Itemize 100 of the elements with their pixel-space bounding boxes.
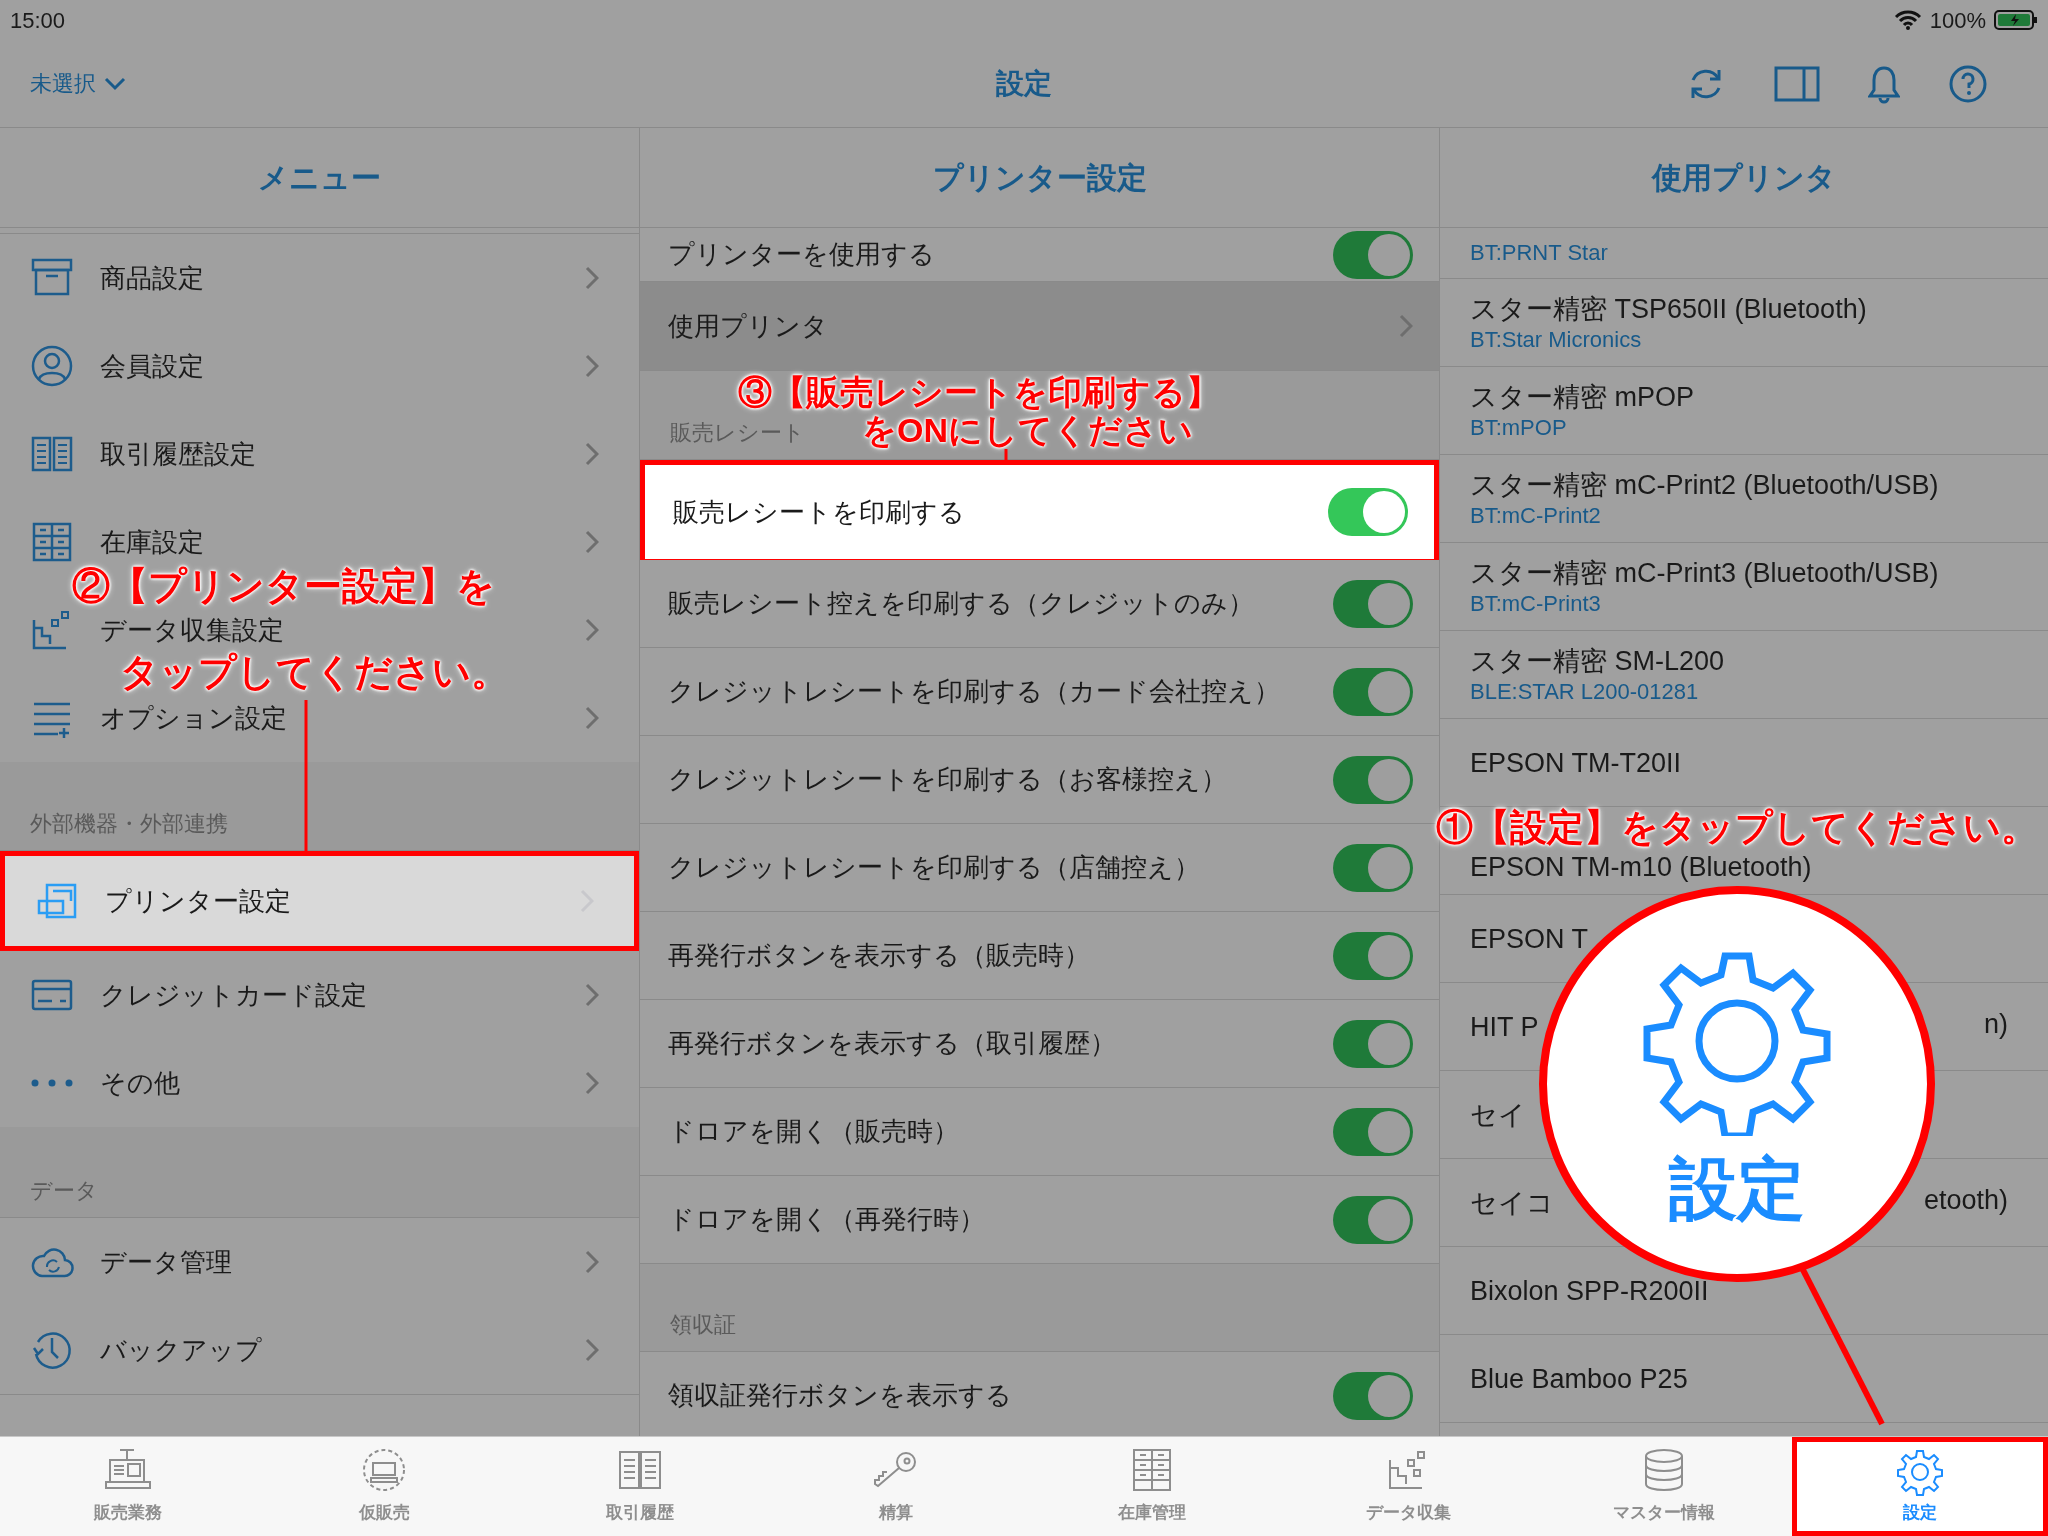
screen-title: 設定 (995, 66, 1053, 101)
callout-text: ②【プリンター設定】を (72, 568, 495, 604)
printer-name-fragment: n) (1984, 1008, 2008, 1041)
toggle-switch[interactable] (1328, 488, 1408, 536)
tab-item[interactable]: 販売業務 (0, 1437, 256, 1536)
setting-label: 販売レシートを印刷する (673, 495, 965, 529)
tab-item[interactable]: データ収集 (1280, 1437, 1536, 1536)
toggle-switch[interactable] (1333, 579, 1413, 628)
menu-label: バックアップ (100, 1333, 262, 1367)
toggle-switch[interactable] (1333, 667, 1413, 716)
chevron-icon (585, 530, 599, 554)
person-icon (30, 344, 74, 388)
tab-item[interactable]: 在庫管理 (1024, 1437, 1280, 1536)
battery-percent: 100% (1929, 6, 1986, 35)
menu-label: 取引履歴設定 (100, 437, 256, 471)
menu-label: オプション設定 (100, 701, 287, 735)
setting-label: 販売レシート控えを印刷する（クレジットのみ） (668, 587, 1254, 620)
printer-name: セイ (1470, 1098, 1526, 1132)
setting-label: クレジットレシートを印刷する（店舗控え） (668, 851, 1200, 884)
toggle-switch[interactable] (1333, 1371, 1413, 1420)
callout-text: をONにしてください (862, 412, 1193, 448)
chevron-icon (585, 1250, 599, 1274)
menu-label: データ管理 (100, 1245, 232, 1279)
printer-name: スター精密 mPOP (1470, 380, 1694, 414)
battery-icon (1994, 9, 2038, 31)
toggle-switch[interactable] (1333, 755, 1413, 804)
toggle-switch[interactable] (1333, 1107, 1413, 1156)
dots-icon (30, 1078, 74, 1088)
menu-label: データ収集設定 (100, 613, 284, 647)
clock-time: 15:00 (10, 6, 66, 35)
callout-text: タップしてください。 (120, 654, 509, 690)
section-header: 外部機器・外部連携 (30, 810, 228, 838)
settings-row[interactable]: 使用プリンタ (640, 282, 1439, 371)
chevron-icon (585, 442, 599, 466)
chevron-icon (585, 983, 599, 1007)
section-header: データ (30, 1177, 98, 1205)
toggle-switch[interactable] (1333, 1195, 1413, 1244)
printer-address: BT:mC-Print3 (1470, 589, 1601, 618)
printer-address: BT:Star Micronics (1470, 325, 1642, 354)
setting-label: ドロアを開く（再発行時） (668, 1203, 985, 1236)
printer-name: HIT P (1470, 1010, 1539, 1044)
tab-item[interactable]: マスター情報 (1536, 1437, 1792, 1536)
printer-name: スター精密 mC-Print3 (Bluetooth/USB) (1470, 556, 1939, 590)
menu-label: 在庫設定 (100, 525, 204, 559)
column-header: 使用プリンタ (1652, 160, 1836, 196)
printer-address: BT:mC-Print2 (1470, 501, 1601, 530)
toggle-switch[interactable] (1333, 931, 1413, 980)
printer-name: Bixolon SPP-R200II (1470, 1274, 1709, 1308)
setting-label: 再発行ボタンを表示する（販売時） (668, 939, 1090, 972)
chevron-icon (585, 706, 599, 730)
chevron-icon (585, 618, 599, 642)
toggle-switch[interactable] (1333, 1019, 1413, 1068)
printer-name: スター精密 TSP650II (Bluetooth) (1470, 292, 1867, 326)
tab-item[interactable]: 取引履歴 (512, 1437, 768, 1536)
menu-label: 会員設定 (100, 349, 204, 383)
chevron-icon (585, 266, 599, 290)
callout-text: ③【販売レシートを印刷する】 (738, 374, 1220, 410)
menu-label: クレジットカード設定 (100, 978, 367, 1012)
chevron-down-icon (104, 76, 126, 91)
menu-label: その他 (100, 1066, 180, 1100)
tab-item[interactable]: 設定 (1792, 1437, 2048, 1536)
setting-label: プリンターを使用する (668, 238, 935, 271)
section-header: 販売レシート (670, 419, 805, 447)
help-icon[interactable] (1948, 63, 1988, 104)
section-header: 領収証 (670, 1311, 736, 1339)
tab-item[interactable]: 精算 (768, 1437, 1024, 1536)
menu-label: 商品設定 (100, 261, 204, 295)
printer-name: EPSON TM-T20II (1470, 746, 1682, 780)
tab-item[interactable]: 仮販売 (256, 1437, 512, 1536)
printer-address: BT:mPOP (1470, 413, 1567, 442)
toggle-switch[interactable] (1333, 843, 1413, 892)
wifi-icon (1893, 9, 1922, 31)
printer-address: BLE:STAR L200-01281 (1470, 677, 1699, 706)
column-header: プリンター設定 (932, 160, 1147, 196)
setting-label: クレジットレシートを印刷する（カード会社控え） (668, 675, 1280, 708)
printer-address: BT:PRNT Star (1470, 239, 1608, 267)
magnified-tab-label: 設定 (1669, 1154, 1805, 1222)
menu-label: プリンター設定 (105, 884, 291, 918)
setting-label: ドロアを開く（販売時） (668, 1115, 959, 1148)
column-header: メニュー (258, 160, 381, 196)
chevron-icon (1399, 314, 1413, 338)
printer-name-fragment: etooth) (1923, 1184, 2008, 1217)
setting-label: 領収証発行ボタンを表示する (668, 1379, 1012, 1412)
printer-name: Blue Bamboo P25 (1470, 1362, 1688, 1396)
setting-label: クレジットレシートを印刷する（お客様控え） (668, 763, 1227, 796)
printer-name: スター精密 SM-L200 (1470, 644, 1725, 678)
printer-name: セイコ (1470, 1186, 1554, 1220)
toggle-switch[interactable] (1333, 230, 1413, 279)
printer-name: EPSON T (1470, 922, 1589, 956)
sidebar-icon[interactable] (1774, 65, 1820, 102)
chevron-icon (585, 1071, 599, 1095)
menu-item[interactable]: プリンター設定 (0, 851, 639, 951)
chevron-icon (585, 354, 599, 378)
setting-label: 使用プリンタ (668, 309, 828, 343)
settings-icon (1896, 1447, 1944, 1496)
store-picker[interactable]: 未選択 (30, 67, 126, 100)
callout-text: ①【設定】をタップしてください。 (1436, 810, 2038, 846)
chevron-icon (585, 1338, 599, 1362)
setting-label: 再発行ボタンを表示する（取引履歴） (668, 1027, 1116, 1060)
printer-name: スター精密 mC-Print2 (Bluetooth/USB) (1470, 468, 1939, 502)
